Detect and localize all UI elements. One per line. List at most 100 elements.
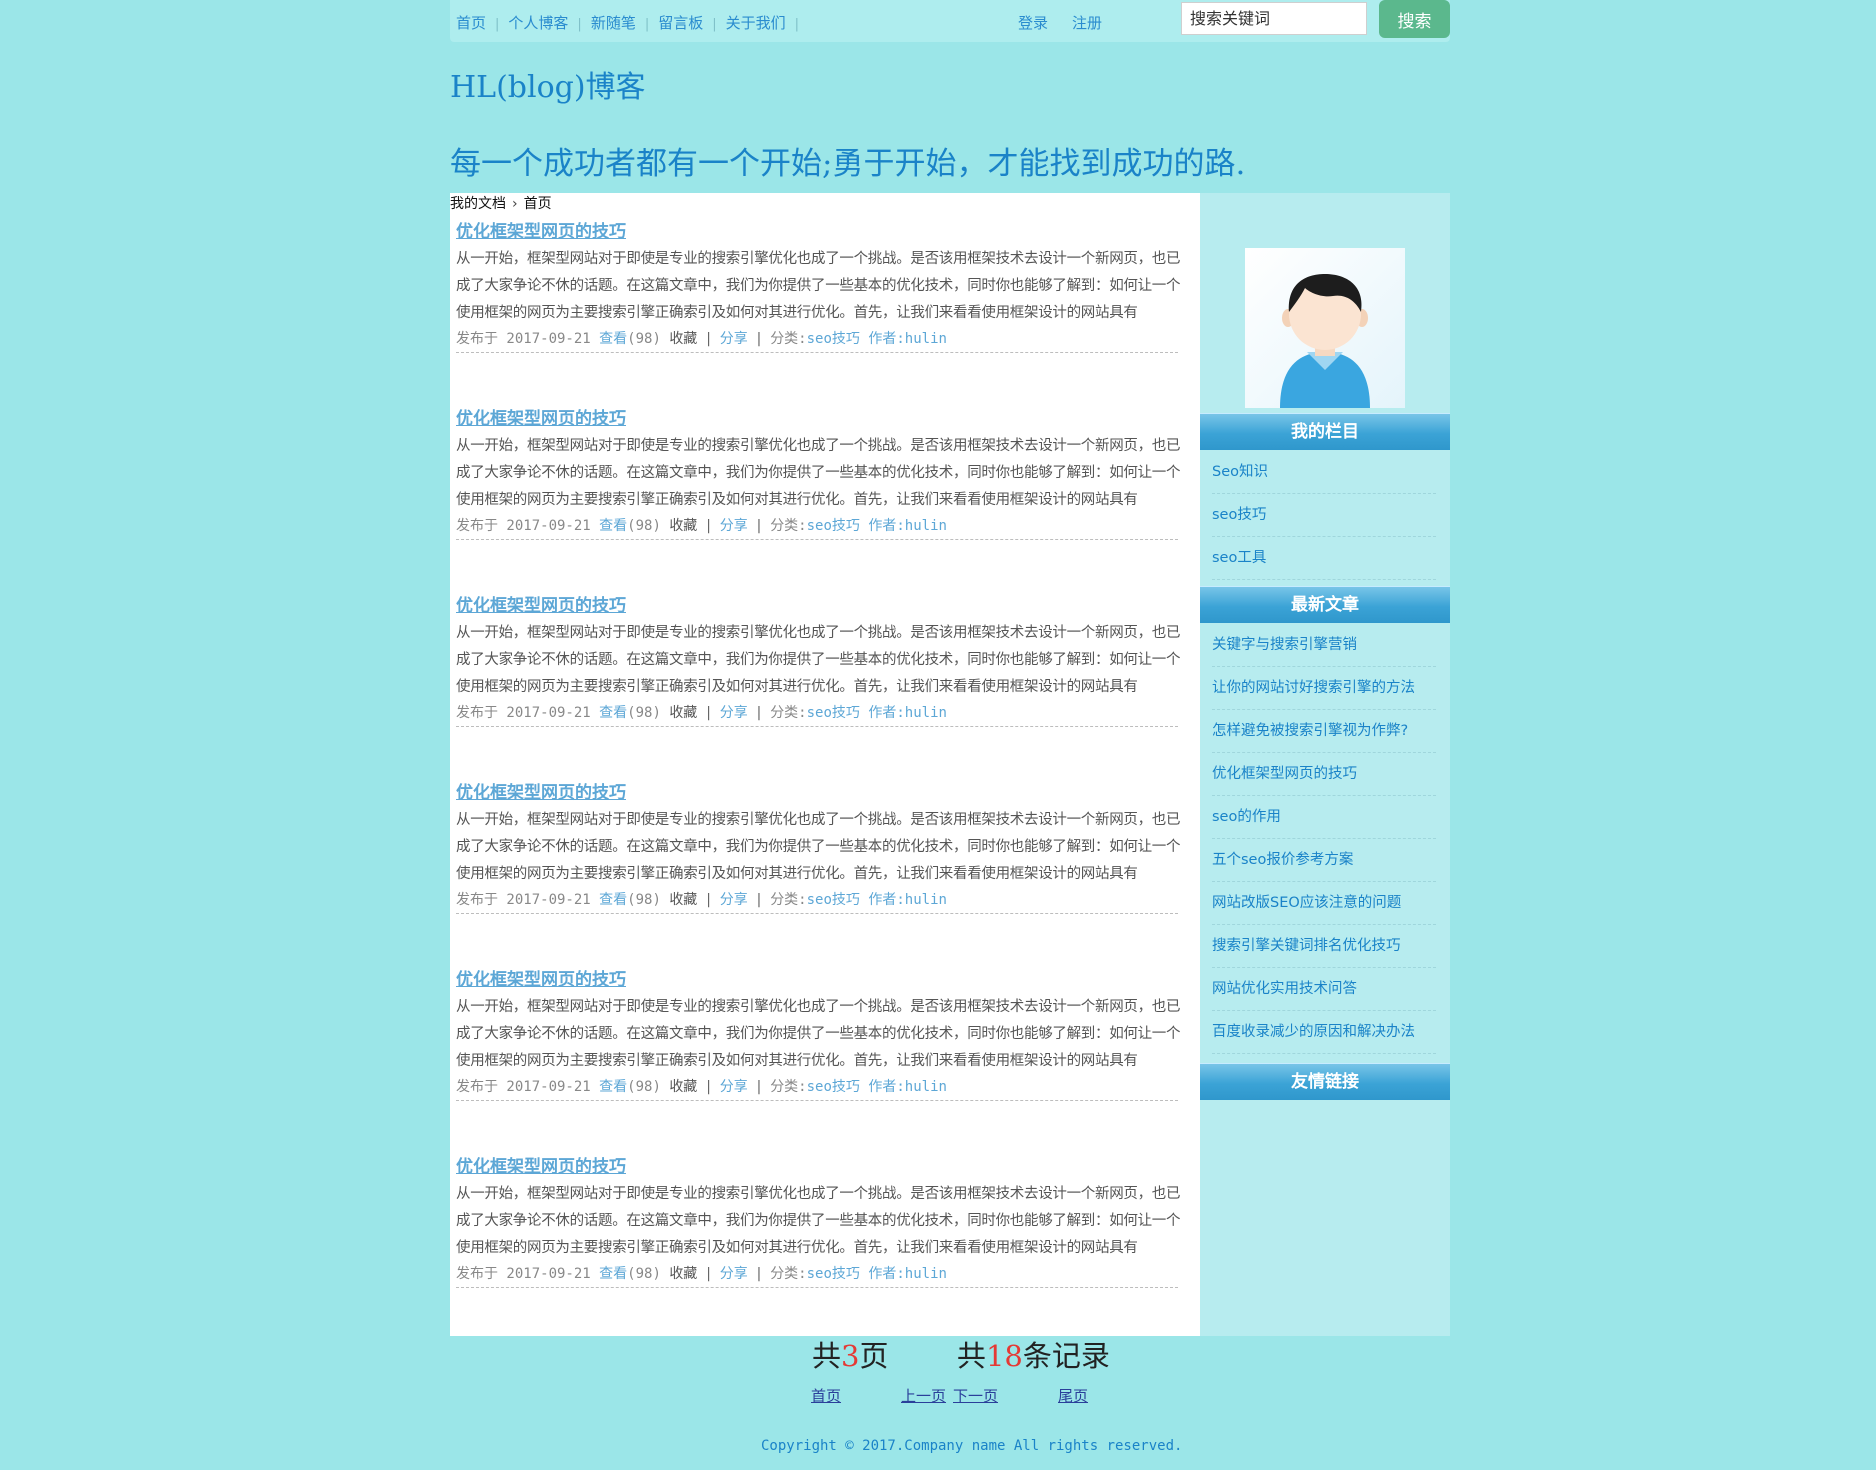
post-meta: 发布于 2017-09-21 查看(98) 收藏 | 分享 | 分类:seo技巧 作者:… — [456, 702, 1178, 727]
post-meta: 发布于 2017-09-21 查看(98) 收藏 | 分享 | 分类:seo技巧 作者:… — [456, 515, 1178, 540]
post-title-link[interactable]: 优化框架型网页的技巧 — [456, 591, 1191, 616]
total-pages-prefix: 共 — [812, 1339, 842, 1373]
avatar — [1245, 248, 1405, 408]
main-content: 我的文档 › 首页 优化框架型网页的技巧 从一开始，框架型网站对于即使是专业的搜索引… — [450, 193, 1200, 1336]
latest-article-item[interactable]: 五个seo报价参考方案 — [1212, 839, 1436, 882]
category-label: 分类: — [770, 518, 807, 534]
favorite-link[interactable]: 收藏 — [669, 1266, 697, 1282]
nav-separator: | — [794, 17, 800, 32]
meta-separator: | — [754, 331, 764, 347]
views-link[interactable]: 查看 — [599, 892, 627, 908]
category-link[interactable]: seo技巧 — [807, 1079, 860, 1095]
favorite-link[interactable]: 收藏 — [669, 518, 697, 534]
meta-separator: | — [754, 705, 764, 721]
nav-separator: | — [644, 17, 650, 32]
author-link[interactable]: 作者:hulin — [868, 892, 947, 908]
share-link[interactable]: 分享 — [720, 331, 748, 347]
favorite-link[interactable]: 收藏 — [669, 892, 697, 908]
breadcrumb-root[interactable]: 我的文档 — [450, 196, 506, 212]
category-link[interactable]: seo技巧 — [807, 518, 860, 534]
post-date: 发布于 2017-09-21 — [456, 705, 591, 721]
favorite-link[interactable]: 收藏 — [669, 1079, 697, 1095]
auth-links: 登录 注册 — [1018, 12, 1126, 33]
share-link[interactable]: 分享 — [720, 705, 748, 721]
pager-next[interactable]: 下一页 — [953, 1385, 998, 1406]
post-item: 优化框架型网页的技巧 从一开始，框架型网站对于即使是专业的搜索引擎优化也成了一个… — [456, 965, 1191, 1101]
column-item-seo-tips[interactable]: seo技巧 — [1212, 494, 1436, 537]
share-link[interactable]: 分享 — [720, 1079, 748, 1095]
latest-article-item[interactable]: 网站优化实用技术问答 — [1212, 968, 1436, 1011]
meta-separator: | — [754, 518, 764, 534]
post-meta: 发布于 2017-09-21 查看(98) 收藏 | 分享 | 分类:seo技巧 作者:… — [456, 889, 1178, 914]
views-count: (98) — [627, 1079, 661, 1095]
share-link[interactable]: 分享 — [720, 518, 748, 534]
latest-article-item[interactable]: 关键字与搜索引擎营销 — [1212, 624, 1436, 667]
views-link[interactable]: 查看 — [599, 331, 627, 347]
latest-article-item[interactable]: seo的作用 — [1212, 796, 1436, 839]
author-link[interactable]: 作者:hulin — [868, 1266, 947, 1282]
views-count: (98) — [627, 518, 661, 534]
column-item-seo-tools[interactable]: seo工具 — [1212, 537, 1436, 580]
meta-separator: | — [704, 1079, 713, 1095]
latest-articles-list: 关键字与搜索引擎营销 让你的网站讨好搜索引擎的方法 怎样避免被搜索引擎视为作弊?… — [1212, 624, 1436, 1054]
category-link[interactable]: seo技巧 — [807, 892, 860, 908]
pager-summary: 共3页 共18条记录 — [812, 1333, 1110, 1375]
meta-separator: | — [754, 892, 764, 908]
nav-item-about[interactable]: 关于我们 — [726, 14, 786, 32]
nav-separator: | — [577, 17, 582, 32]
post-title-link[interactable]: 优化框架型网页的技巧 — [456, 217, 1191, 242]
nav-item-home[interactable]: 首页 — [456, 14, 486, 32]
post-title-link[interactable]: 优化框架型网页的技巧 — [456, 1152, 1191, 1177]
category-link[interactable]: seo技巧 — [807, 331, 860, 347]
pager-first[interactable]: 首页 — [811, 1385, 841, 1406]
latest-article-item[interactable]: 网站改版SEO应该注意的问题 — [1212, 882, 1436, 925]
pager-last[interactable]: 尾页 — [1058, 1385, 1088, 1406]
post-date: 发布于 2017-09-21 — [456, 892, 591, 908]
post-title-link[interactable]: 优化框架型网页的技巧 — [456, 965, 1191, 990]
author-link[interactable]: 作者:hulin — [868, 518, 947, 534]
post-item: 优化框架型网页的技巧 从一开始，框架型网站对于即使是专业的搜索引擎优化也成了一个… — [456, 778, 1191, 914]
latest-article-item[interactable]: 让你的网站讨好搜索引擎的方法 — [1212, 667, 1436, 710]
author-link[interactable]: 作者:hulin — [868, 1079, 947, 1095]
category-link[interactable]: seo技巧 — [807, 705, 860, 721]
category-label: 分类: — [770, 892, 807, 908]
views-link[interactable]: 查看 — [599, 705, 627, 721]
nav-item-guestbook[interactable]: 留言板 — [658, 14, 703, 32]
author-link[interactable]: 作者:hulin — [868, 331, 947, 347]
author-link[interactable]: 作者:hulin — [868, 705, 947, 721]
views-count: (98) — [627, 705, 661, 721]
pager-prev[interactable]: 上一页 — [901, 1385, 946, 1406]
share-link[interactable]: 分享 — [720, 1266, 748, 1282]
share-link[interactable]: 分享 — [720, 892, 748, 908]
favorite-link[interactable]: 收藏 — [669, 331, 697, 347]
views-link[interactable]: 查看 — [599, 1079, 627, 1095]
copyright-text: Copyright © 2017.Company name All rights… — [761, 1438, 1183, 1454]
post-meta: 发布于 2017-09-21 查看(98) 收藏 | 分享 | 分类:seo技巧 作者:… — [456, 1076, 1178, 1101]
latest-article-item[interactable]: 搜索引擎关键词排名优化技巧 — [1212, 925, 1436, 968]
section-header-columns: 我的栏目 — [1200, 413, 1450, 450]
nav-item-new-essay[interactable]: 新随笔 — [591, 14, 636, 32]
column-item-seo-knowledge[interactable]: Seo知识 — [1212, 451, 1436, 494]
category-label: 分类: — [770, 1266, 807, 1282]
search-button[interactable]: 搜索 — [1379, 0, 1450, 38]
views-count: (98) — [627, 892, 661, 908]
meta-separator: | — [754, 1079, 764, 1095]
views-link[interactable]: 查看 — [599, 1266, 627, 1282]
columns-list: Seo知识 seo技巧 seo工具 — [1212, 451, 1436, 580]
nav-item-personal-blog[interactable]: 个人博客 — [508, 14, 568, 32]
login-link[interactable]: 登录 — [1018, 14, 1048, 32]
latest-article-item[interactable]: 优化框架型网页的技巧 — [1212, 753, 1436, 796]
post-title-link[interactable]: 优化框架型网页的技巧 — [456, 778, 1191, 803]
search-input[interactable] — [1181, 2, 1367, 35]
meta-separator: | — [754, 1266, 764, 1282]
section-header-friend-links: 友情链接 — [1200, 1063, 1450, 1100]
register-link[interactable]: 注册 — [1072, 14, 1102, 32]
views-link[interactable]: 查看 — [599, 518, 627, 534]
post-title-link[interactable]: 优化框架型网页的技巧 — [456, 404, 1191, 429]
latest-article-item[interactable]: 百度收录减少的原因和解决办法 — [1212, 1011, 1436, 1054]
nav-separator: | — [712, 17, 717, 32]
post-date: 发布于 2017-09-21 — [456, 1079, 591, 1095]
favorite-link[interactable]: 收藏 — [669, 705, 697, 721]
category-link[interactable]: seo技巧 — [807, 1266, 860, 1282]
latest-article-item[interactable]: 怎样避免被搜索引擎视为作弊? — [1212, 710, 1436, 753]
